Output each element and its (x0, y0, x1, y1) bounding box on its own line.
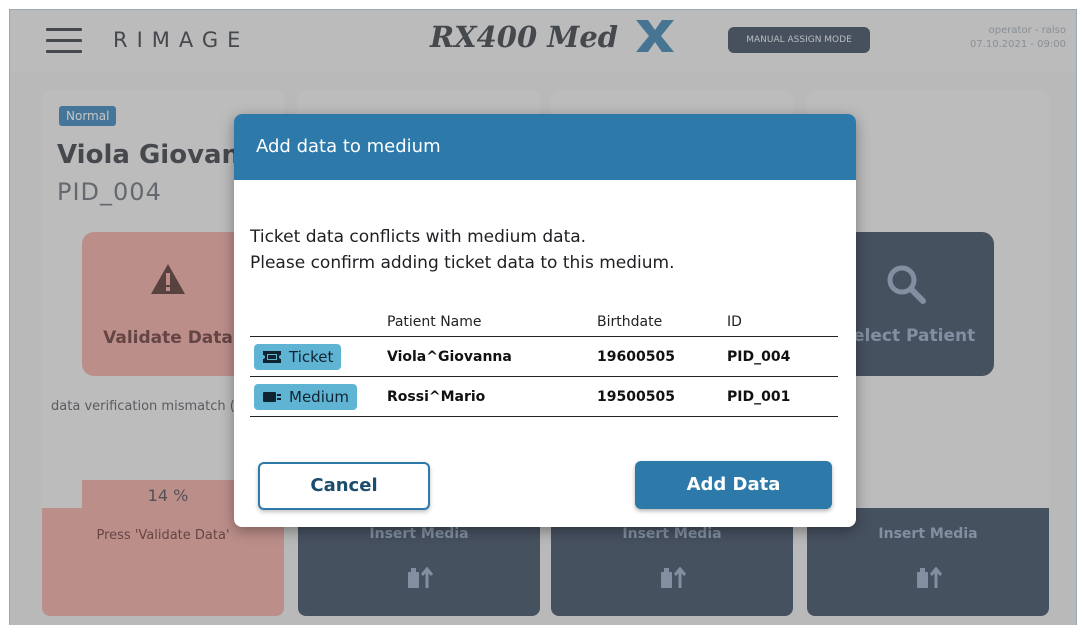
dialog-message: Ticket data conflicts with medium data. … (250, 224, 675, 276)
table-row: Ticket Viola^Giovanna 19600505 PID_004 (250, 336, 838, 377)
source-cell: Medium (250, 376, 387, 417)
source-cell: Ticket (250, 336, 387, 377)
column-header-id: ID (727, 310, 838, 337)
medium-label: Medium (289, 387, 349, 406)
add-data-dialog: Add data to medium Ticket data conflicts… (234, 114, 856, 527)
cancel-button[interactable]: Cancel (258, 462, 430, 510)
id-cell: PID_004 (727, 336, 838, 377)
column-header-source (250, 310, 387, 337)
birthdate-cell: 19600505 (597, 336, 727, 377)
medium-badge: Medium (254, 383, 357, 410)
conflict-table: Patient Name Birthdate ID Ticket Viola^G… (250, 310, 838, 417)
column-header-birthdate: Birthdate (597, 310, 727, 337)
patient-name-cell: Viola^Giovanna (387, 336, 597, 377)
medium-icon (263, 391, 281, 402)
birthdate-cell: 19500505 (597, 376, 727, 417)
ticket-label: Ticket (289, 347, 334, 366)
patient-name-cell: Rossi^Mario (387, 376, 597, 417)
id-cell: PID_001 (727, 376, 838, 417)
column-header-name: Patient Name (387, 310, 597, 337)
add-data-button[interactable]: Add Data (635, 461, 832, 509)
ticket-icon (263, 350, 281, 363)
app-screen: RIMAGE RX400 Med MANUAL ASSIGN MODE oper… (9, 9, 1077, 625)
dialog-title: Add data to medium (234, 114, 856, 180)
table-header-row: Patient Name Birthdate ID (250, 310, 838, 337)
message-line-2: Please confirm adding ticket data to thi… (250, 253, 675, 273)
table-row: Medium Rossi^Mario 19500505 PID_001 (250, 376, 838, 417)
ticket-badge: Ticket (254, 343, 342, 370)
message-line-1: Ticket data conflicts with medium data. (250, 227, 587, 247)
